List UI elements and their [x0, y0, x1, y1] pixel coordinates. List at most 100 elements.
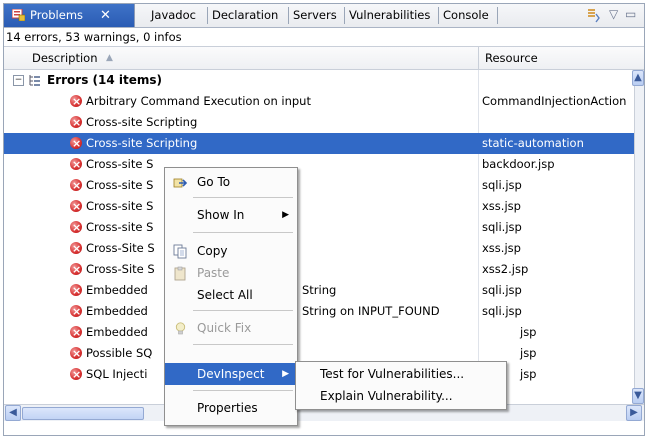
- lightbulb-icon: [175, 322, 186, 335]
- tab-divider: [344, 7, 345, 24]
- scroll-down-icon[interactable]: ▼: [632, 388, 644, 404]
- minimize-icon[interactable]: ▭: [625, 7, 636, 21]
- paste-icon: [174, 266, 186, 281]
- submenu-arrow-icon: ▶: [282, 369, 289, 379]
- tab-problems-label: Problems: [30, 8, 84, 22]
- vertical-scrollbar[interactable]: ▲ ▼: [632, 70, 644, 404]
- table-row[interactable]: Cross-Site S xss2.jsp: [4, 259, 634, 280]
- row-description: Cross-site S: [86, 157, 154, 171]
- menu-separator: [193, 390, 293, 391]
- row-resource: sqli.jsp: [482, 178, 522, 192]
- context-menu: Go To Show In ▶ Copy Paste Select All Qu…: [164, 167, 298, 426]
- row-description-tail: String on INPUT_FOUND: [302, 304, 440, 318]
- table-row[interactable]: Embedded jsp: [4, 322, 634, 343]
- error-icon: [70, 301, 82, 322]
- tab-vulnerabilities[interactable]: Vulnerabilities: [349, 4, 430, 27]
- copy-icon: [173, 244, 187, 259]
- error-icon: [70, 217, 82, 238]
- menu-label: Show In: [197, 208, 245, 222]
- menu-item-show-in[interactable]: Show In ▶: [165, 204, 297, 226]
- row-description: Embedded: [86, 325, 148, 339]
- tab-problems[interactable]: Problems ✕: [4, 4, 135, 27]
- menu-label: Explain Vulnerability...: [320, 389, 453, 403]
- row-resource: jsp: [520, 325, 537, 339]
- menu-item-go-to[interactable]: Go To: [165, 171, 297, 193]
- menu-separator: [193, 344, 293, 345]
- table-row[interactable]: Cross-site Scripting: [4, 112, 634, 133]
- scroll-thumb[interactable]: [22, 407, 144, 420]
- tab-servers[interactable]: Servers: [293, 4, 337, 27]
- problems-table: − Errors (14 items) Arbitrary Command Ex…: [4, 70, 634, 404]
- menu-item-select-all[interactable]: Select All: [165, 284, 297, 306]
- menu-separator: [193, 310, 293, 311]
- table-row[interactable]: Cross-site S sqli.jsp: [4, 175, 634, 196]
- collapse-toggle-icon[interactable]: −: [13, 75, 24, 86]
- scroll-left-icon[interactable]: ◀: [5, 405, 21, 421]
- row-resource: xss.jsp: [482, 241, 521, 255]
- menu-label: Paste: [197, 266, 230, 280]
- tab-console[interactable]: Console: [443, 4, 489, 27]
- error-icon: [70, 259, 82, 280]
- menu-label: Go To: [197, 175, 231, 189]
- tab-javadoc[interactable]: Javadoc: [151, 4, 196, 27]
- row-description: Cross-Site S: [86, 241, 155, 255]
- table-row[interactable]: Embedded String on INPUT_FOUND sqli.jsp: [4, 301, 634, 322]
- row-resource: backdoor.jsp: [482, 157, 555, 171]
- table-row[interactable]: Cross-site S backdoor.jsp: [4, 154, 634, 175]
- row-description: Cross-site Scripting: [86, 136, 198, 150]
- category-icon: [29, 75, 40, 86]
- group-errors[interactable]: − Errors (14 items): [4, 70, 634, 91]
- row-resource: xss2.jsp: [482, 262, 529, 276]
- table-row[interactable]: Embedded String sqli.jsp: [4, 280, 634, 301]
- tab-divider: [438, 7, 439, 24]
- menu-item-paste: Paste: [165, 262, 297, 284]
- menu-label: Properties: [197, 401, 258, 415]
- table-row[interactable]: Arbitrary Command Execution on input Comm…: [4, 91, 634, 112]
- menu-label: Select All: [197, 288, 253, 302]
- row-description: Embedded: [86, 283, 148, 297]
- column-description[interactable]: Description: [32, 47, 98, 69]
- menu-label: Test for Vulnerabilities...: [320, 367, 465, 381]
- error-icon: [70, 133, 82, 154]
- error-icon: [70, 91, 82, 112]
- tab-divider: [288, 7, 289, 24]
- menu-label: DevInspect: [197, 367, 265, 381]
- group-label: Errors (14 items): [47, 73, 162, 87]
- menu-item-devinspect[interactable]: DevInspect ▶: [165, 363, 297, 385]
- row-resource: sqli.jsp: [482, 283, 522, 297]
- error-icon: [70, 154, 82, 175]
- menu-separator: [193, 232, 293, 233]
- column-resource[interactable]: Resource: [485, 47, 538, 69]
- error-icon: [70, 196, 82, 217]
- row-description: Cross-Site S: [86, 262, 155, 276]
- table-row[interactable]: Cross-site S sqli.jsp: [4, 217, 634, 238]
- error-icon: [70, 238, 82, 259]
- table-row[interactable]: Cross-site S xss.jsp: [4, 196, 634, 217]
- scroll-up-icon[interactable]: ▲: [632, 70, 644, 86]
- row-resource: sqli.jsp: [482, 304, 522, 318]
- menu-item-properties[interactable]: Properties: [165, 397, 297, 419]
- close-icon[interactable]: ✕: [100, 4, 111, 27]
- error-icon: [70, 343, 82, 364]
- menu-item-copy[interactable]: Copy: [165, 240, 297, 262]
- menu-item-test-vulnerabilities[interactable]: Test for Vulnerabilities...: [296, 363, 506, 385]
- menu-item-explain-vulnerability[interactable]: Explain Vulnerability...: [296, 385, 506, 407]
- tab-bar: Problems ✕ Javadoc Declaration Servers V…: [4, 4, 644, 28]
- row-resource: sqli.jsp: [482, 220, 522, 234]
- row-resource: jsp: [520, 346, 537, 360]
- row-description: Cross-site S: [86, 220, 154, 234]
- error-icon: [70, 364, 82, 385]
- table-row[interactable]: Cross-Site S xss.jsp: [4, 238, 634, 259]
- scroll-right-icon[interactable]: ▶: [626, 405, 642, 421]
- view-menu-icon[interactable]: ▽: [609, 7, 618, 21]
- filter-icon[interactable]: [586, 8, 602, 23]
- tab-declaration[interactable]: Declaration: [212, 4, 278, 27]
- problems-icon: [12, 9, 25, 21]
- menu-label: Copy: [197, 244, 228, 258]
- row-resource: xss.jsp: [482, 199, 521, 213]
- column-divider[interactable]: [478, 47, 479, 69]
- tab-divider: [497, 7, 498, 24]
- status-summary: 14 errors, 53 warnings, 0 infos: [4, 28, 644, 47]
- table-row-selected[interactable]: Cross-site Scripting static-automation: [4, 133, 634, 154]
- menu-item-quick-fix: Quick Fix: [165, 317, 297, 339]
